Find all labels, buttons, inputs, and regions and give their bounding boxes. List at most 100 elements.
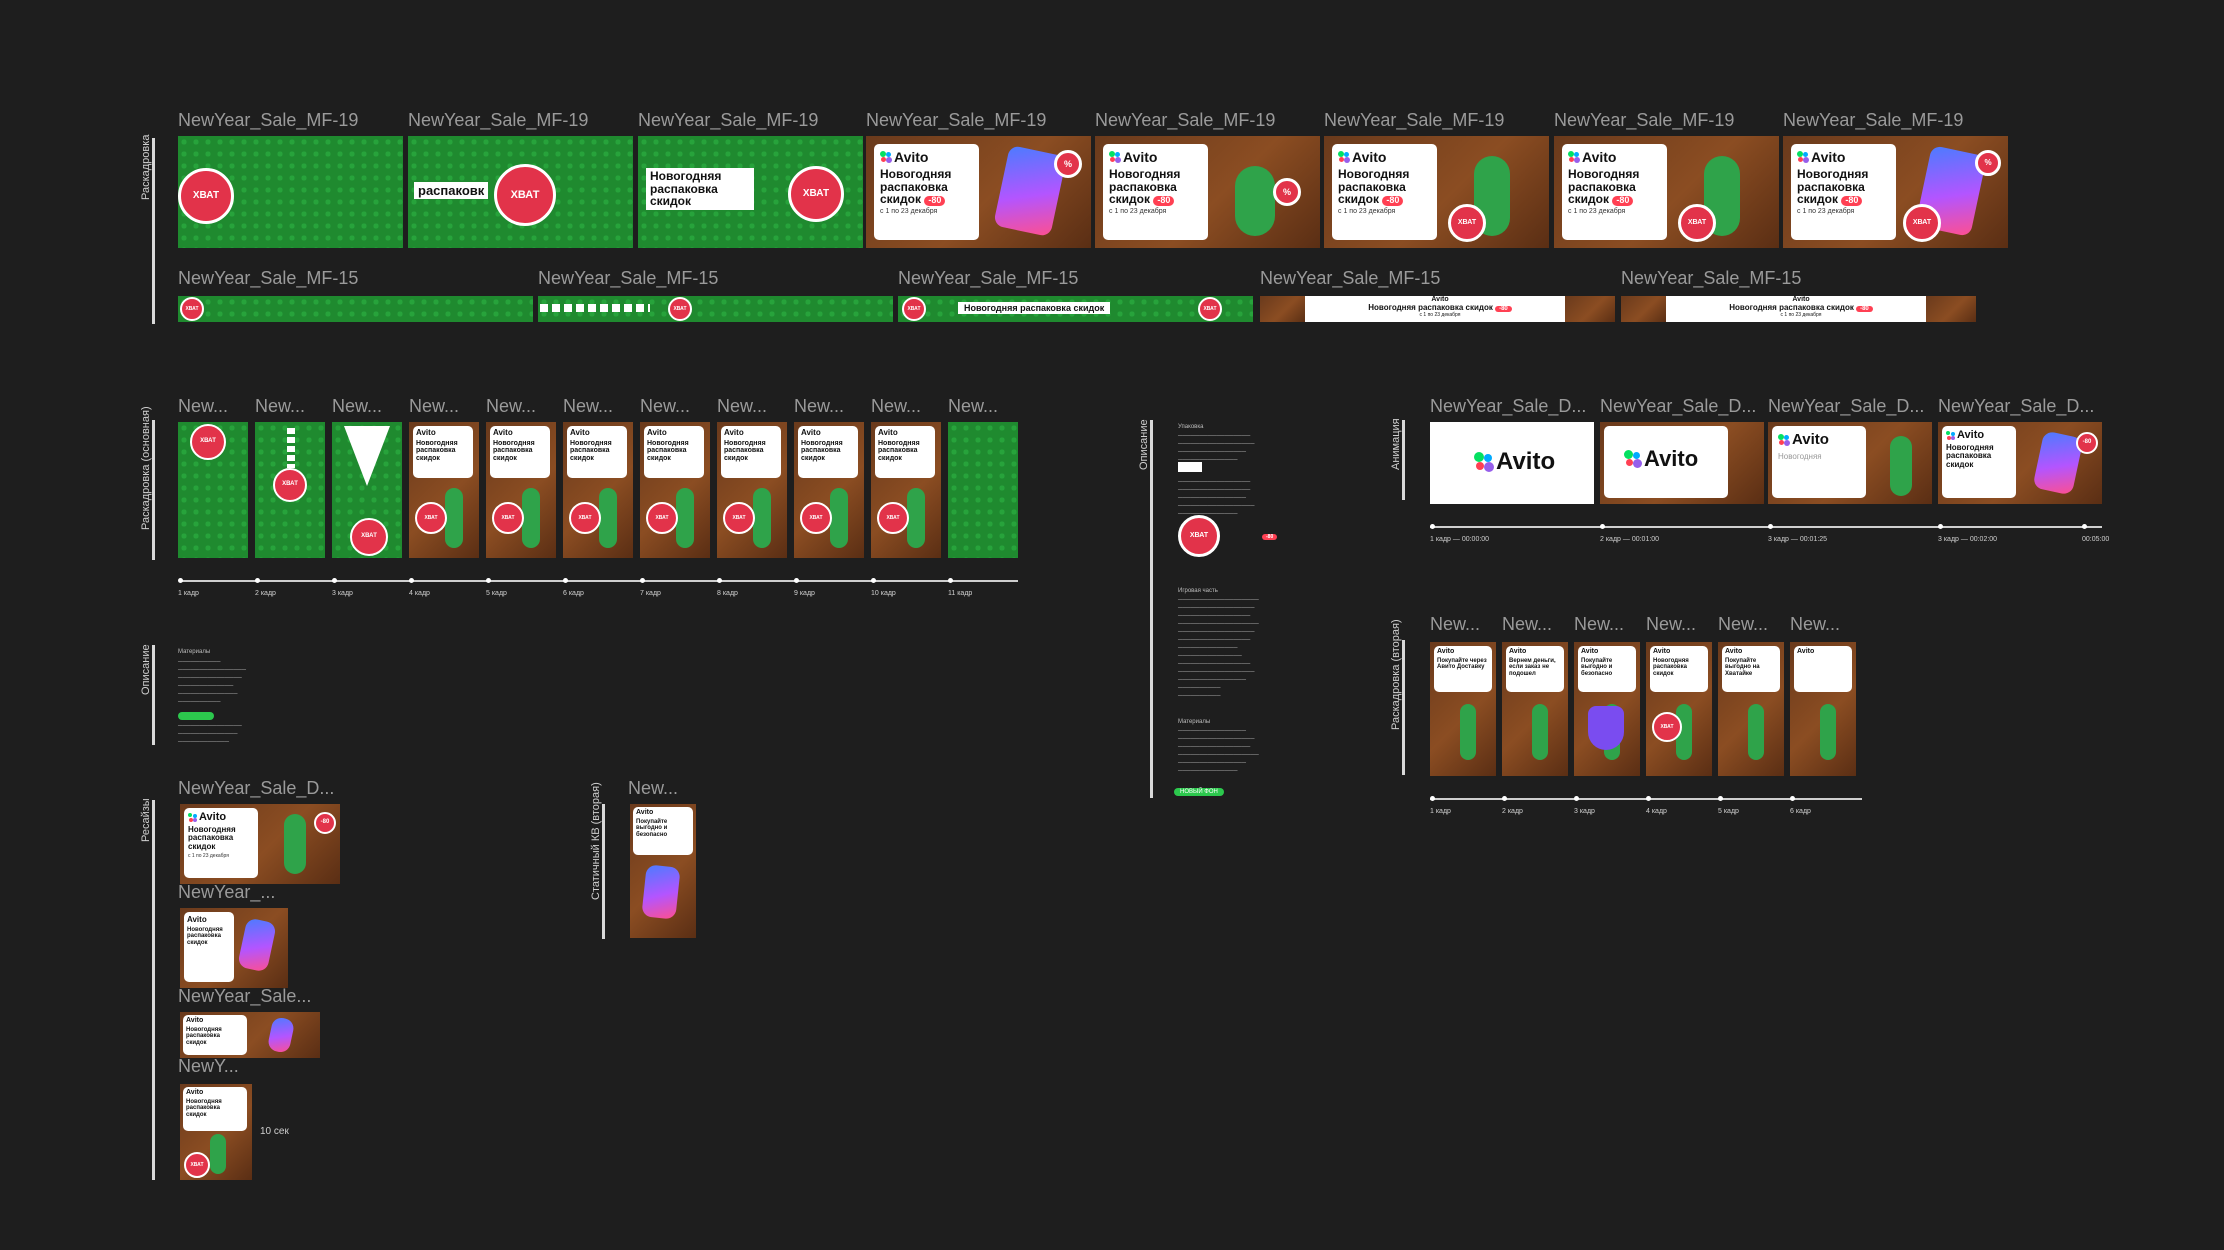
wide-banner[interactable]: Avito Новогодняя распаковка скидок -80 с… <box>1621 296 1976 322</box>
storyboard-frame[interactable]: Avito <box>1790 642 1856 776</box>
frame-label[interactable]: New... <box>255 396 325 417</box>
frame-label[interactable]: NewY... <box>178 1056 248 1077</box>
section-divider <box>152 420 155 560</box>
banner-frame[interactable]: ХВАТ <box>178 136 403 248</box>
banner-frame[interactable]: Avito Новогодняя распаковка скидок -80 с 1… <box>1095 136 1320 248</box>
animation-frame[interactable]: Avito Новогодняя <box>1768 422 1932 504</box>
frame-label[interactable]: NewYear_Sale_D... <box>1768 396 1932 417</box>
frame-number: 3 кадр <box>1574 808 1595 815</box>
frame-label[interactable]: New... <box>1790 614 1856 635</box>
frame-label[interactable]: NewYear_Sale_MF-19 <box>1554 110 1779 131</box>
storyboard-frame[interactable]: Avito Новогодняя распаковка скидок ХВАТ <box>794 422 864 558</box>
frame-label[interactable]: NewYear_Sale_MF-19 <box>1095 110 1320 131</box>
frame-label[interactable]: New... <box>1430 614 1496 635</box>
wide-banner[interactable]: Новогодняя распаковка скидок ХВАТ ХВАТ <box>898 296 1253 322</box>
frame-label[interactable]: NewYear_Sale_D... <box>178 778 338 799</box>
storyboard-frame[interactable]: Avito Новогодняя распаковка скидок ХВАТ <box>563 422 633 558</box>
frame-label[interactable]: New... <box>332 396 402 417</box>
frame-label[interactable]: New... <box>486 396 556 417</box>
storyboard-frame[interactable]: Avito Новогодняя распаковка скидок ХВАТ <box>717 422 787 558</box>
frame-label[interactable]: NewYear_Sale_MF-15 <box>1260 268 1615 289</box>
storyboard-frame[interactable]: Avito Покупайте через Авито Доставку <box>1430 642 1496 776</box>
avito-logo: Avito <box>880 149 973 165</box>
frame-label[interactable]: NewYear_Sale_MF-15 <box>1621 268 1976 289</box>
storyboard-frame[interactable]: Avito Покупайте выгодно и безопасно <box>1574 642 1640 776</box>
description-body: ────────── ──────────────── ────────────… <box>178 659 247 705</box>
frame-label[interactable]: NewYear_Sale_MF-19 <box>408 110 633 131</box>
storyboard-frame[interactable]: Avito Вернем деньги, если заказ не подош… <box>1502 642 1568 776</box>
storyboard-frame[interactable]: ХВАТ <box>332 422 402 558</box>
banner-frame[interactable]: Avito Новогодняя распаковка скидок -80 с 1… <box>866 136 1091 248</box>
timeline-tick <box>1768 524 1773 529</box>
frame-label[interactable]: New... <box>717 396 787 417</box>
storyboard-frame[interactable]: Avito Новогодняя распаковка скидок ХВАТ <box>1646 642 1712 776</box>
frame-label[interactable]: NewYear_Sale_D... <box>1600 396 1764 417</box>
frame-label[interactable]: NewYear_Sale... <box>178 986 310 1007</box>
storyboard-frame[interactable]: ХВАТ <box>255 422 325 558</box>
timeline-time: 1 кадр — 00:00:00 <box>1430 536 1490 543</box>
frame-label[interactable]: New... <box>1718 614 1784 635</box>
frame-label[interactable]: New... <box>794 396 864 417</box>
frame-label[interactable]: NewYear_Sale_MF-19 <box>178 110 403 131</box>
storyboard-frame[interactable]: Avito Новогодняя распаковка скидок ХВАТ <box>871 422 941 558</box>
section-divider <box>1402 640 1405 775</box>
resize-frame[interactable]: Avito Новогодняя распаковка скидок <box>180 1012 320 1058</box>
timeline-tick <box>1938 524 1943 529</box>
frame-label[interactable]: New... <box>628 778 698 799</box>
banner-frame[interactable]: Avito Новогодняя распаковка скидок -80 с 1… <box>1783 136 2008 248</box>
frame-label[interactable]: New... <box>178 396 248 417</box>
frame-label[interactable]: New... <box>409 396 479 417</box>
static-frame[interactable]: Avito Покупайте выгодно и безопасно <box>630 804 696 938</box>
frame-label[interactable]: New... <box>1574 614 1640 635</box>
frame-label[interactable]: NewYear_Sale_MF-15 <box>178 268 533 289</box>
storyboard-frame[interactable]: Avito Покупайте выгодно на Хватайке <box>1718 642 1784 776</box>
description-heading: Игровая часть <box>1178 588 1218 594</box>
small-thumb <box>1178 462 1202 472</box>
frame-number: 8 кадр <box>717 590 738 597</box>
frame-label[interactable]: New... <box>563 396 633 417</box>
frame-label[interactable]: NewYear_Sale_D... <box>1938 396 2102 417</box>
section-label-opisanie: Описание <box>1138 419 1150 470</box>
frame-number: 1 кадр <box>178 590 199 597</box>
frame-label[interactable]: New... <box>1646 614 1712 635</box>
timeline-tick <box>2082 524 2087 529</box>
frame-label[interactable]: NewYear_Sale_MF-15 <box>898 268 1253 289</box>
frame-label[interactable]: NewYear_Sale_D... <box>1430 396 1594 417</box>
wide-banner[interactable]: ХВАТ <box>178 296 533 322</box>
wide-banner[interactable]: Avito Новогодняя распаковка скидок -80 с… <box>1260 296 1615 322</box>
frame-label[interactable]: New... <box>1502 614 1568 635</box>
timeline-tick <box>178 578 183 583</box>
frame-label[interactable]: NewYear_Sale_MF-19 <box>638 110 863 131</box>
sale-badge: ХВАТ <box>788 166 844 222</box>
section-label-animaciya: Анимация <box>1390 418 1402 470</box>
banner-frame[interactable]: распаковк ХВАТ <box>408 136 633 248</box>
resize-frame[interactable]: Avito Новогодняя распаковка скидок с 1 по … <box>180 804 340 884</box>
frame-label[interactable]: NewYear_Sale_MF-19 <box>1783 110 2008 131</box>
banner-frame[interactable]: Новогодняя распаковка скидок ХВАТ <box>638 136 863 248</box>
frame-label[interactable]: NewYear_... <box>178 882 288 903</box>
green-pill <box>178 712 214 720</box>
animation-frame[interactable]: Avito <box>1430 422 1594 504</box>
animation-frame[interactable]: Avito <box>1600 422 1764 504</box>
storyboard-frame[interactable]: Avito Новогодняя распаковка скидок ХВАТ <box>486 422 556 558</box>
frame-label[interactable]: NewYear_Sale_MF-15 <box>538 268 893 289</box>
resize-frame[interactable]: Avito Новогодняя распаковка скидок <box>180 908 288 988</box>
banner-frame[interactable]: Avito Новогодняя распаковка скидок -80 с 1… <box>1554 136 1779 248</box>
frame-label[interactable]: New... <box>640 396 710 417</box>
wide-banner[interactable]: ХВАТ <box>538 296 893 322</box>
frame-label[interactable]: NewYear_Sale_MF-19 <box>866 110 1091 131</box>
banner-frame[interactable]: Avito Новогодняя распаковка скидок -80 с 1… <box>1324 136 1549 248</box>
storyboard-frame[interactable]: ХВАТ <box>178 422 248 558</box>
storyboard-frame[interactable]: Avito Новогодняя распаковка скидок ХВАТ <box>640 422 710 558</box>
animation-frame[interactable]: Avito Новогодняя распаковка скидок -80 <box>1938 422 2102 504</box>
description-body: ───────────────── ────────────────── ───… <box>1178 433 1255 463</box>
frame-label[interactable]: NewYear_Sale_MF-19 <box>1324 110 1549 131</box>
storyboard-frame[interactable] <box>948 422 1018 558</box>
timeline-tick <box>1574 796 1579 801</box>
storyboard-frame[interactable]: Avito Новогодняя распаковка скидок ХВАТ <box>409 422 479 558</box>
timeline-tick <box>486 578 491 583</box>
resize-frame[interactable]: Avito Новогодняя распаковка скидок ХВАТ <box>180 1084 252 1180</box>
sale-badge: ХВАТ <box>494 164 556 226</box>
frame-label[interactable]: New... <box>871 396 941 417</box>
frame-label[interactable]: New... <box>948 396 1018 417</box>
